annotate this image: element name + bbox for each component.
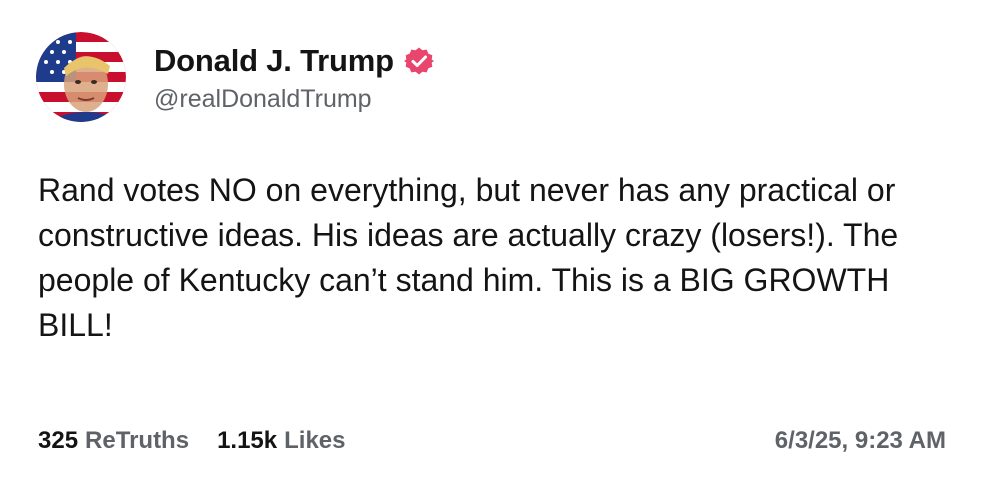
retruths-stat[interactable]: 325 ReTruths (38, 427, 189, 455)
avatar-portrait-icon (36, 32, 126, 122)
post-timestamp: 6/3/25, 9:23 AM (774, 427, 946, 454)
author-name-row: Donald J. Trump (154, 41, 434, 81)
author-identity: Donald J. Trump @realDonaldTrump (154, 41, 434, 114)
post-text: Rand votes NO on everything, but never h… (38, 172, 899, 343)
likes-stat[interactable]: 1.15k Likes (217, 427, 345, 455)
truth-social-post: Donald J. Trump @realDonaldTrump Rand vo… (0, 0, 988, 491)
retruths-count: 325 (38, 427, 79, 454)
avatar[interactable] (36, 32, 126, 122)
author-handle[interactable]: @realDonaldTrump (154, 85, 434, 114)
likes-count: 1.15k (217, 427, 278, 454)
likes-label: Likes (284, 427, 346, 454)
retruths-label: ReTruths (85, 427, 190, 454)
verified-badge-icon (403, 46, 434, 76)
post-footer: 325 ReTruths 1.15k Likes 6/3/25, 9:23 AM (38, 424, 950, 458)
author-display-name[interactable]: Donald J. Trump (154, 43, 394, 79)
post-header: Donald J. Trump @realDonaldTrump (36, 32, 434, 122)
